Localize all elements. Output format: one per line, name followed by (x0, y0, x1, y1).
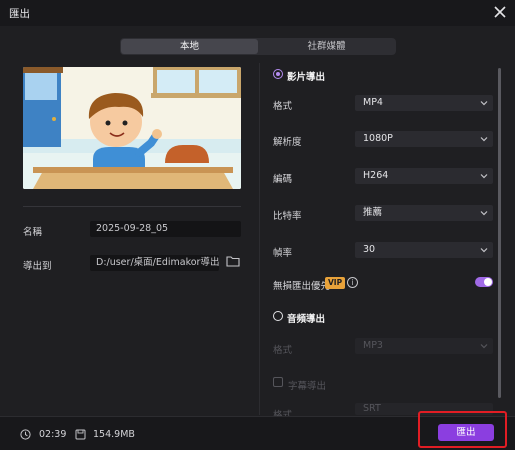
export-button[interactable]: 匯出 (438, 424, 494, 441)
panel-divider (259, 63, 260, 415)
framerate-select[interactable]: 30 (355, 242, 493, 258)
export-path-input[interactable]: D:/user/桌面/Edimakor導出 (90, 255, 219, 271)
video-export-radio[interactable] (273, 69, 283, 79)
subtitle-export-label: 字幕導出 (288, 381, 327, 392)
bitrate-label: 比特率 (273, 211, 302, 222)
framerate-value: 30 (363, 244, 376, 255)
audio-format-select[interactable]: MP3 (355, 338, 493, 354)
encoder-select[interactable]: H264 (355, 168, 493, 184)
name-input[interactable]: 2025-09-28_05 (90, 221, 241, 237)
vip-badge: VIP (325, 277, 346, 289)
window-title: 匯出 (9, 8, 30, 20)
format-label: 格式 (273, 101, 293, 112)
lossless-label: 無損匯出優先 (273, 281, 331, 292)
video-export-title: 影片導出 (287, 72, 326, 83)
file-size-icon (75, 429, 86, 440)
export-tabs: 本地 社群媒體 (120, 38, 396, 55)
resolution-select[interactable]: 1080P (355, 131, 493, 147)
resolution-label: 解析度 (273, 137, 302, 148)
tab-local[interactable]: 本地 (121, 39, 258, 54)
folder-icon[interactable] (226, 255, 240, 267)
chevron-down-icon (480, 137, 488, 142)
subtitle-format-value: SRT (363, 403, 381, 414)
encoder-label: 編碼 (273, 174, 293, 185)
duration-text: 02:39 (39, 429, 67, 440)
lossless-toggle[interactable] (475, 277, 493, 287)
tab-social-media[interactable]: 社群媒體 (258, 39, 395, 54)
left-divider (23, 206, 241, 207)
audio-export-radio[interactable] (273, 311, 283, 321)
info-icon[interactable]: i (347, 277, 358, 288)
framerate-label: 幀率 (273, 248, 293, 259)
bitrate-value: 推薦 (363, 207, 383, 218)
format-value: MP4 (363, 97, 383, 108)
audio-export-title: 音頻導出 (287, 314, 326, 325)
chevron-down-icon (480, 211, 488, 216)
encoder-value: H264 (363, 170, 389, 181)
close-icon[interactable] (492, 4, 508, 20)
chevron-down-icon (480, 101, 488, 106)
title-bar: 匯出 (0, 0, 515, 26)
resolution-value: 1080P (363, 133, 393, 144)
subtitle-export-checkbox[interactable] (273, 377, 283, 387)
export-to-label: 導出到 (23, 261, 52, 272)
audio-format-label: 格式 (273, 345, 293, 356)
preview-cartoon-image (23, 67, 241, 189)
settings-scrollbar[interactable] (498, 68, 501, 398)
file-size-text: 154.9MB (93, 429, 135, 440)
chevron-down-icon (480, 174, 488, 179)
name-label: 名稱 (23, 227, 43, 238)
video-preview (23, 67, 241, 189)
format-select[interactable]: MP4 (355, 95, 493, 111)
clock-icon (20, 429, 31, 440)
bitrate-select[interactable]: 推薦 (355, 205, 493, 221)
chevron-down-icon (480, 248, 488, 253)
audio-format-value: MP3 (363, 340, 383, 351)
chevron-down-icon (480, 344, 488, 349)
